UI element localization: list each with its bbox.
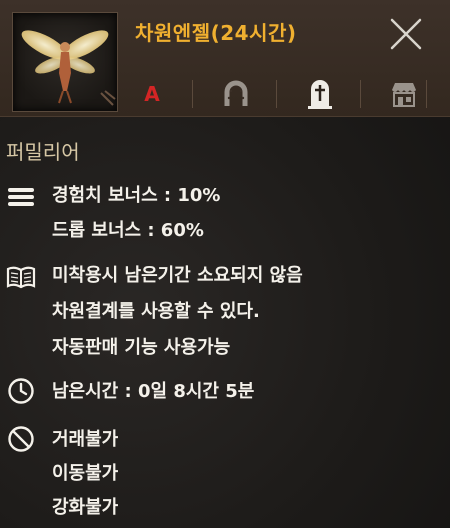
divider bbox=[360, 80, 361, 108]
tombstone-icon bbox=[300, 74, 340, 114]
prohibited-icon bbox=[6, 424, 36, 454]
grade-label: A bbox=[144, 82, 160, 106]
close-icon bbox=[390, 18, 422, 50]
restriction-line: 강화불가 bbox=[52, 497, 119, 518]
item-category: 퍼밀리어 bbox=[6, 140, 80, 164]
winged-fairy-icon bbox=[12, 12, 118, 112]
divider bbox=[276, 80, 277, 108]
divider bbox=[426, 80, 427, 108]
item-title: 차원엔젤(24시간) bbox=[135, 21, 297, 45]
description-line: 차원결계를 사용할 수 있다. bbox=[52, 301, 260, 322]
description-line: 미착용시 남은기간 소요되지 않음 bbox=[52, 265, 303, 286]
exp-bonus: 경험치 보너스 : 10% bbox=[52, 185, 221, 206]
header-icon-row: A bbox=[124, 74, 444, 114]
remaining-time: 남은시간 : 0일 8시간 5분 bbox=[52, 381, 255, 402]
menu-lines-icon bbox=[6, 182, 36, 212]
tooltip-header: 차원엔젤(24시간) A bbox=[0, 0, 450, 117]
book-icon bbox=[6, 262, 36, 292]
horseshoe-icon bbox=[216, 74, 256, 114]
drop-bonus: 드롭 보너스 : 60% bbox=[52, 220, 204, 241]
divider bbox=[192, 80, 193, 108]
clock-icon bbox=[6, 376, 36, 406]
shop-icon bbox=[384, 74, 424, 114]
close-button[interactable] bbox=[386, 14, 426, 54]
restriction-line: 이동불가 bbox=[52, 463, 119, 484]
grade-badge: A bbox=[132, 74, 172, 114]
restriction-line: 거래불가 bbox=[52, 429, 119, 450]
item-tooltip: 차원엔젤(24시간) A 퍼밀리어 경험치 보너스: 10% 드롭 보너스:… bbox=[0, 0, 450, 528]
description-line: 자동판매 기능 사용가능 bbox=[52, 337, 231, 358]
